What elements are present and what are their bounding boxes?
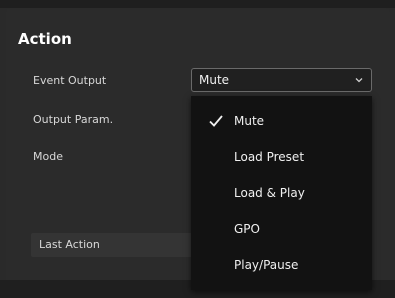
menu-item-label: Play/Pause xyxy=(234,258,299,272)
event-output-dropdown-menu: Mute Load Preset Load & Play GPO Play/Pa… xyxy=(191,96,372,290)
window-top-strip xyxy=(0,0,395,8)
mode-label: Mode xyxy=(33,150,63,163)
menu-item-label: GPO xyxy=(234,222,260,236)
event-output-label: Event Output xyxy=(33,74,107,87)
output-param-label: Output Param. xyxy=(33,113,114,126)
section-title: Action xyxy=(18,30,72,48)
menu-item-mute[interactable]: Mute xyxy=(191,105,372,139)
menu-item-play-pause[interactable]: Play/Pause xyxy=(191,249,372,283)
event-output-value: Mute xyxy=(199,73,230,87)
last-action-box: Last Action xyxy=(31,233,196,257)
menu-item-gpo[interactable]: GPO xyxy=(191,213,372,247)
menu-item-load-preset[interactable]: Load Preset xyxy=(191,141,372,175)
menu-item-label: Mute xyxy=(234,114,265,128)
event-output-select[interactable]: Mute xyxy=(191,68,372,92)
menu-item-label: Load Preset xyxy=(234,150,305,164)
menu-item-load-and-play[interactable]: Load & Play xyxy=(191,177,372,211)
check-icon xyxy=(209,115,223,127)
chevron-down-icon xyxy=(355,78,363,83)
last-action-label: Last Action xyxy=(39,238,100,251)
menu-item-label: Load & Play xyxy=(234,186,305,200)
